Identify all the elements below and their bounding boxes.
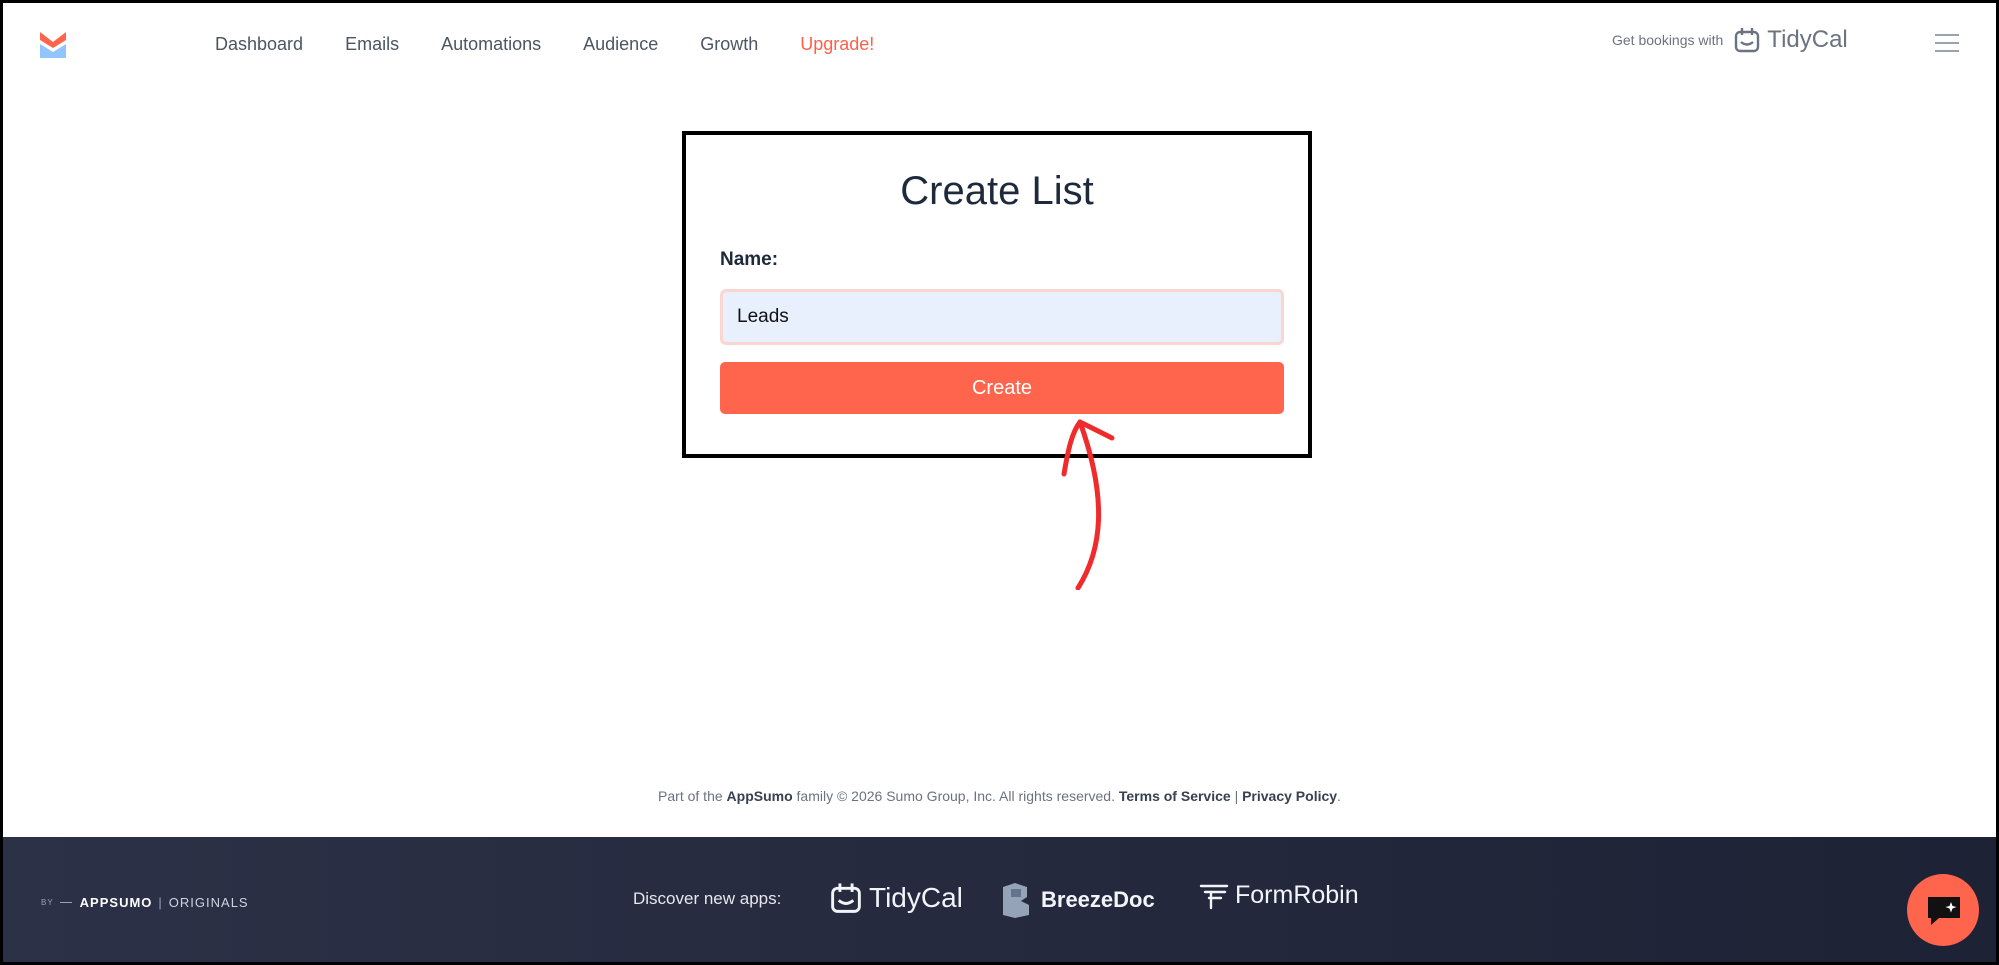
by-sep: | bbox=[158, 895, 163, 910]
copyright: Part of the AppSumo family © 2026 Sumo G… bbox=[0, 788, 1999, 804]
formrobin-icon bbox=[1199, 884, 1229, 909]
page-title: Create List bbox=[900, 169, 1094, 213]
by-suffix: ORIGINALS bbox=[168, 895, 249, 910]
privacy-link[interactable]: Privacy Policy bbox=[1242, 788, 1337, 804]
promo-text: Get bookings with bbox=[1612, 32, 1724, 48]
promo-brand-label: TidyCal bbox=[1767, 26, 1848, 53]
by-dash bbox=[59, 902, 72, 903]
copyright-suffix: . bbox=[1337, 788, 1341, 804]
terms-link[interactable]: Terms of Service bbox=[1119, 788, 1231, 804]
nav-dashboard[interactable]: Dashboard bbox=[215, 30, 303, 58]
menu-icon[interactable] bbox=[1935, 34, 1959, 54]
appsumo-originals[interactable]: BY APPSUMO | ORIGINALS bbox=[41, 895, 249, 910]
copyright-brand: AppSumo bbox=[726, 788, 793, 804]
app-formrobin-label: FormRobin bbox=[1235, 881, 1359, 909]
sendfox-logo-icon[interactable] bbox=[38, 30, 68, 60]
promo-brand: TidyCal bbox=[1733, 26, 1848, 54]
nav-upgrade[interactable]: Upgrade! bbox=[800, 30, 874, 58]
annotation-arrow-icon bbox=[1061, 419, 1115, 590]
copyright-divider: | bbox=[1234, 788, 1239, 804]
app-tidycal-label: TidyCal bbox=[869, 882, 963, 913]
copyright-prefix: Part of the bbox=[658, 788, 723, 804]
name-input[interactable]: Leads bbox=[720, 289, 1284, 345]
chat-icon bbox=[1928, 897, 1960, 925]
by-small: BY bbox=[41, 898, 54, 907]
main-nav: Dashboard Emails Automations Audience Gr… bbox=[215, 30, 916, 58]
discover-label: Discover new apps: bbox=[633, 889, 782, 908]
nav-audience[interactable]: Audience bbox=[583, 30, 658, 58]
name-label: Name: bbox=[720, 249, 779, 270]
app-breezedoc[interactable]: BreezeDoc bbox=[1001, 881, 1155, 919]
calendar-icon bbox=[1735, 28, 1760, 53]
calendar-icon bbox=[831, 883, 861, 913]
nav-emails[interactable]: Emails bbox=[345, 30, 399, 58]
nav-growth[interactable]: Growth bbox=[700, 30, 758, 58]
create-button[interactable]: Create bbox=[720, 362, 1284, 414]
create-list-card: Create List Name: Leads Create bbox=[682, 131, 1312, 458]
top-header: Dashboard Emails Automations Audience Gr… bbox=[0, 0, 1999, 90]
copyright-middle: family © 2026 Sumo Group, Inc. All right… bbox=[796, 788, 1115, 804]
app-tidycal[interactable]: TidyCal bbox=[829, 881, 963, 915]
breezedoc-icon bbox=[1003, 883, 1029, 918]
nav-automations[interactable]: Automations bbox=[441, 30, 541, 58]
by-brand: APPSUMO bbox=[79, 895, 153, 910]
footer: BY APPSUMO | ORIGINALS Discover new apps… bbox=[3, 837, 1996, 962]
app-breezedoc-label: BreezeDoc bbox=[1041, 887, 1155, 912]
app-formrobin[interactable]: FormRobin bbox=[1199, 881, 1359, 910]
tidycal-promo[interactable]: Get bookings with TidyCal bbox=[1612, 26, 1848, 54]
chat-widget-button[interactable] bbox=[1907, 874, 1979, 946]
